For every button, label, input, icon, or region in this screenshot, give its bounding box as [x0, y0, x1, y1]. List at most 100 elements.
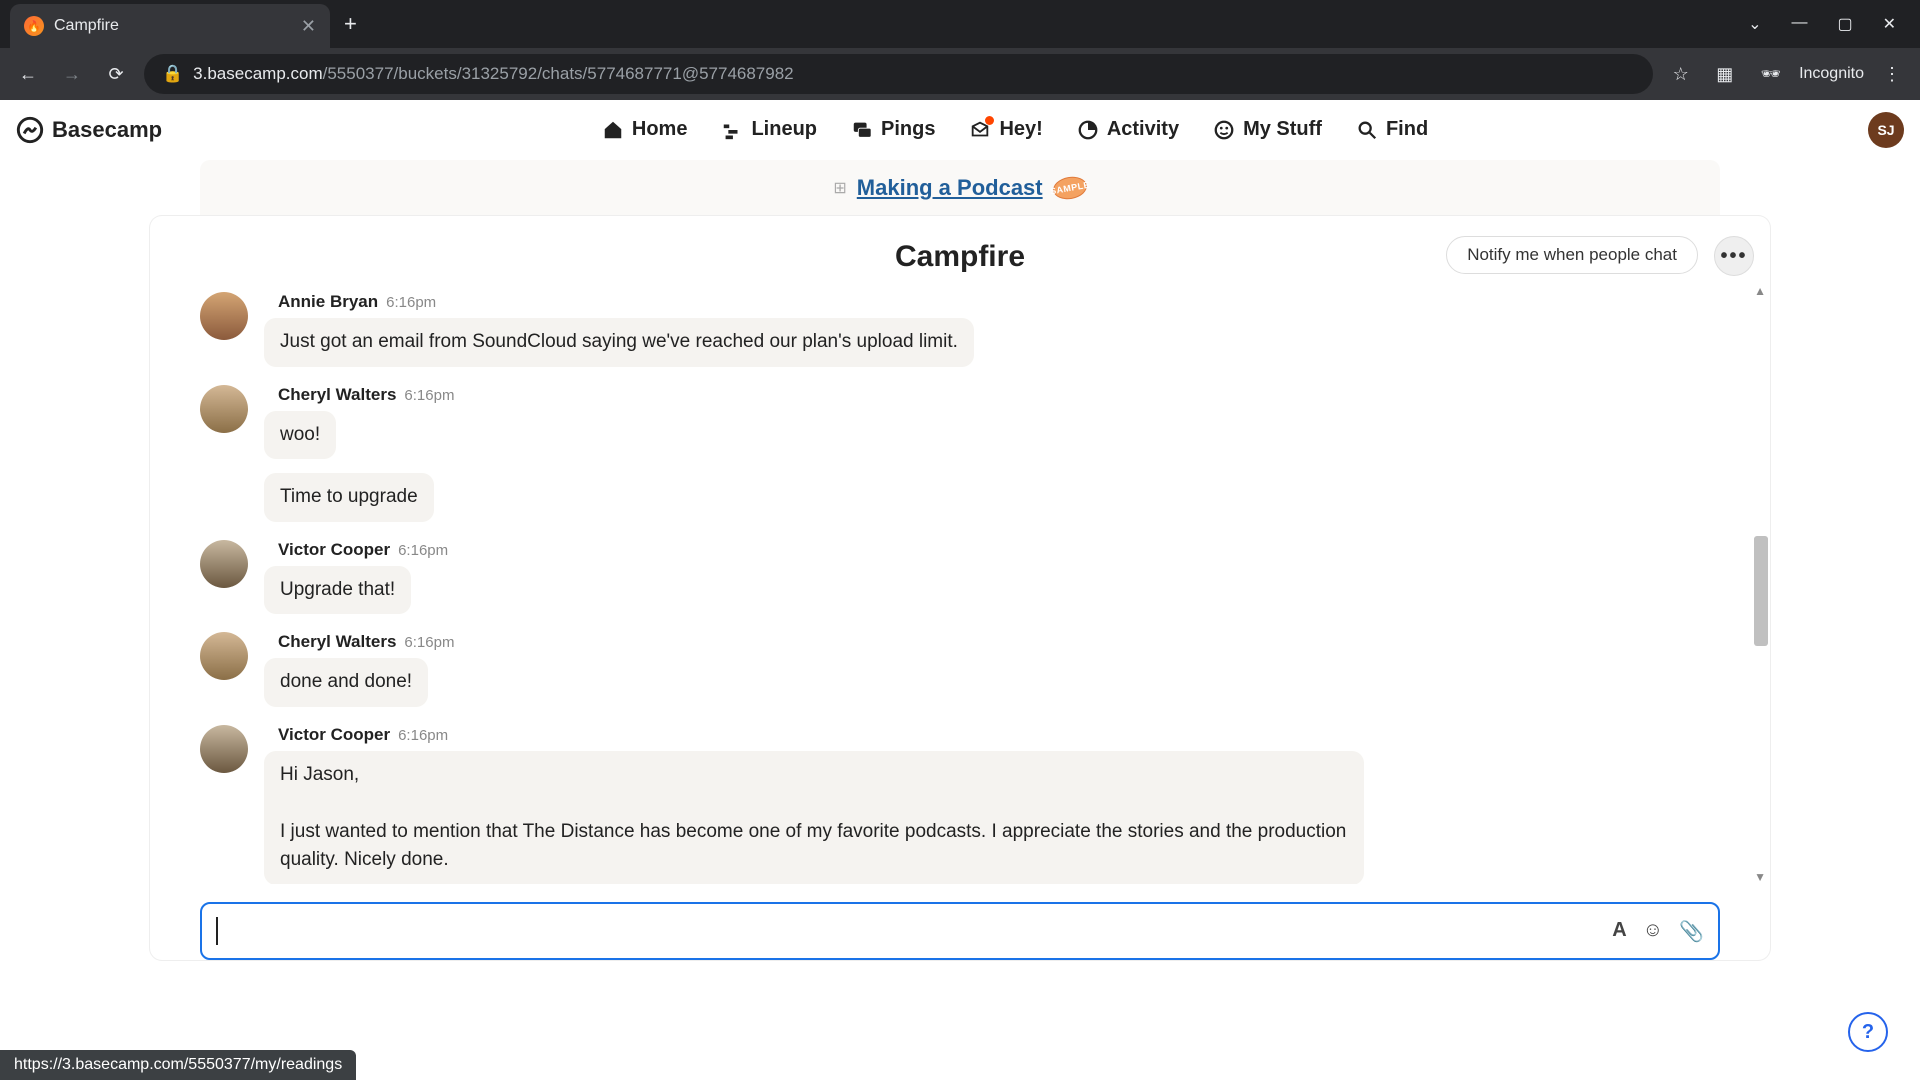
nav-pings-label: Pings [881, 118, 935, 141]
avatar-initials: SJ [1877, 122, 1894, 138]
message-header: Cheryl Walters 6:16pm [264, 632, 454, 652]
message-row: Cheryl Walters 6:16pm woo! Time to upgrade [200, 385, 1720, 522]
app: Basecamp Home Lineup Pings Hey! Activity [0, 100, 1920, 1080]
message-bubble[interactable]: Upgrade that! [264, 566, 411, 615]
message-avatar[interactable] [200, 385, 248, 433]
maximize-icon[interactable]: ▢ [1837, 14, 1852, 34]
attach-file-icon[interactable]: 📎 [1679, 919, 1704, 944]
message-time: 6:16pm [386, 294, 436, 311]
close-window-icon[interactable]: ✕ [1883, 14, 1896, 34]
browser-tab[interactable]: 🔥 Campfire ✕ [10, 4, 330, 48]
message-avatar[interactable] [200, 292, 248, 340]
nav-find[interactable]: Find [1356, 118, 1428, 141]
message-bubble[interactable]: Time to upgrade [264, 473, 434, 522]
message-row: Annie Bryan 6:16pm Just got an email from … [200, 292, 1720, 367]
tab-bar: 🔥 Campfire ✕ + ⌄ ― ▢ ✕ [0, 0, 1920, 48]
nav-lineup-label: Lineup [751, 118, 817, 141]
message-time: 6:16pm [398, 542, 448, 559]
nav-mystuff-label: My Stuff [1243, 118, 1322, 141]
forward-button[interactable]: → [56, 58, 88, 90]
nav-home[interactable]: Home [602, 118, 688, 141]
message-header: Victor Cooper6:16pm [264, 540, 448, 560]
nav-hey[interactable]: Hey! [969, 118, 1042, 141]
scrollbar-thumb[interactable] [1754, 536, 1768, 646]
help-button[interactable]: ? [1848, 1012, 1888, 1052]
format-text-icon[interactable]: A [1612, 919, 1626, 944]
nav-hey-label: Hey! [999, 118, 1042, 141]
compose-input[interactable] [232, 921, 1598, 942]
basecamp-logo-icon [16, 116, 44, 144]
project-link[interactable]: Making a Podcast [857, 175, 1043, 201]
message-author: Annie Bryan [278, 292, 378, 312]
message-time: 6:16pm [404, 634, 454, 651]
scroll-down-icon[interactable]: ▼ [1754, 870, 1766, 884]
notify-button[interactable]: Notify me when people chat [1446, 236, 1698, 274]
browser-chrome: 🔥 Campfire ✕ + ⌄ ― ▢ ✕ ← → ⟳ 🔒 3.basecam… [0, 0, 1920, 100]
incognito-label: Incognito [1799, 65, 1864, 83]
extensions-icon[interactable]: ▦ [1709, 58, 1741, 90]
message-author: Victor Cooper [278, 725, 390, 745]
message-row: Victor Cooper6:16pm Hi Jason, I just want… [200, 725, 1720, 885]
message-header: Annie Bryan 6:16pm [264, 292, 974, 312]
status-bar-url: https://3.basecamp.com/5550377/my/readin… [0, 1050, 356, 1080]
message-author: Cheryl Walters [278, 385, 396, 405]
nav-pings[interactable]: Pings [851, 118, 935, 141]
message-bubble[interactable]: Hi Jason, I just wanted to mention that … [264, 751, 1364, 885]
message-author: Cheryl Walters [278, 632, 396, 652]
message-header: Cheryl Walters 6:16pm [264, 385, 454, 405]
nav-activity-label: Activity [1107, 118, 1179, 141]
new-tab-button[interactable]: + [344, 11, 357, 37]
emoji-picker-icon[interactable]: ☺ [1643, 919, 1663, 944]
close-tab-icon[interactable]: ✕ [301, 16, 316, 37]
window-controls: ⌄ ― ▢ ✕ [1748, 14, 1920, 34]
nav-lineup[interactable]: Lineup [721, 118, 817, 141]
activity-icon [1077, 119, 1099, 141]
message-avatar[interactable] [200, 632, 248, 680]
nav-mystuff[interactable]: My Stuff [1213, 118, 1322, 141]
message-header: Victor Cooper6:16pm [264, 725, 1364, 745]
back-button[interactable]: ← [12, 58, 44, 90]
project-grid-icon[interactable]: ⊞ [833, 178, 846, 198]
hey-icon [969, 119, 991, 141]
nav-home-label: Home [632, 118, 688, 141]
chevron-down-icon[interactable]: ⌄ [1748, 14, 1761, 34]
message-avatar[interactable] [200, 725, 248, 773]
url-text: 3.basecamp.com/5550377/buckets/31325792/… [193, 64, 793, 84]
content-panel: Campfire Notify me when people chat ••• … [150, 216, 1770, 960]
top-nav: Basecamp Home Lineup Pings Hey! Activity [0, 100, 1920, 160]
message-body: Victor Cooper6:16pm Upgrade that! [264, 540, 448, 615]
incognito-indicator: 🕶 Incognito [1761, 64, 1864, 84]
compose-toolbar: A ☺ 📎 [1612, 919, 1704, 944]
nav-activity[interactable]: Activity [1077, 118, 1179, 141]
message-body: Cheryl Walters 6:16pm woo! Time to upgrade [264, 385, 454, 522]
message-body: Victor Cooper6:16pm Hi Jason, I just want… [264, 725, 1364, 885]
url-box[interactable]: 🔒 3.basecamp.com/5550377/buckets/3132579… [144, 54, 1653, 94]
pings-icon [851, 119, 873, 141]
lineup-icon [721, 119, 743, 141]
mystuff-icon [1213, 119, 1235, 141]
bookmark-icon[interactable]: ☆ [1665, 58, 1697, 90]
browser-menu-icon[interactable]: ⋮ [1876, 58, 1908, 90]
incognito-icon: 🕶 [1761, 64, 1781, 84]
user-avatar[interactable]: SJ [1868, 112, 1904, 148]
more-options-button[interactable]: ••• [1714, 236, 1754, 276]
scroll-up-icon[interactable]: ▲ [1754, 284, 1766, 298]
page-title: Campfire [895, 240, 1025, 274]
minimize-icon[interactable]: ― [1791, 14, 1807, 34]
home-icon [602, 119, 624, 141]
compose-bar[interactable]: A ☺ 📎 [200, 902, 1720, 960]
logo[interactable]: Basecamp [16, 116, 162, 144]
message-row: Cheryl Walters 6:16pm done and done! [200, 632, 1720, 707]
message-bubble[interactable]: done and done! [264, 658, 428, 707]
project-bar: ⊞ Making a Podcast SAMPLE [200, 160, 1720, 216]
scrollbar-track: ▲ ▼ [1754, 284, 1768, 884]
messages-list[interactable]: Annie Bryan 6:16pm Just got an email from … [150, 284, 1770, 884]
message-time: 6:16pm [404, 387, 454, 404]
sample-badge: SAMPLE [1051, 174, 1088, 202]
message-bubble[interactable]: woo! [264, 411, 336, 460]
reload-button[interactable]: ⟳ [100, 58, 132, 90]
lock-icon: 🔒 [162, 64, 183, 84]
message-avatar[interactable] [200, 540, 248, 588]
message-body: Annie Bryan 6:16pm Just got an email from … [264, 292, 974, 367]
message-bubble[interactable]: Just got an email from SoundCloud saying… [264, 318, 974, 367]
